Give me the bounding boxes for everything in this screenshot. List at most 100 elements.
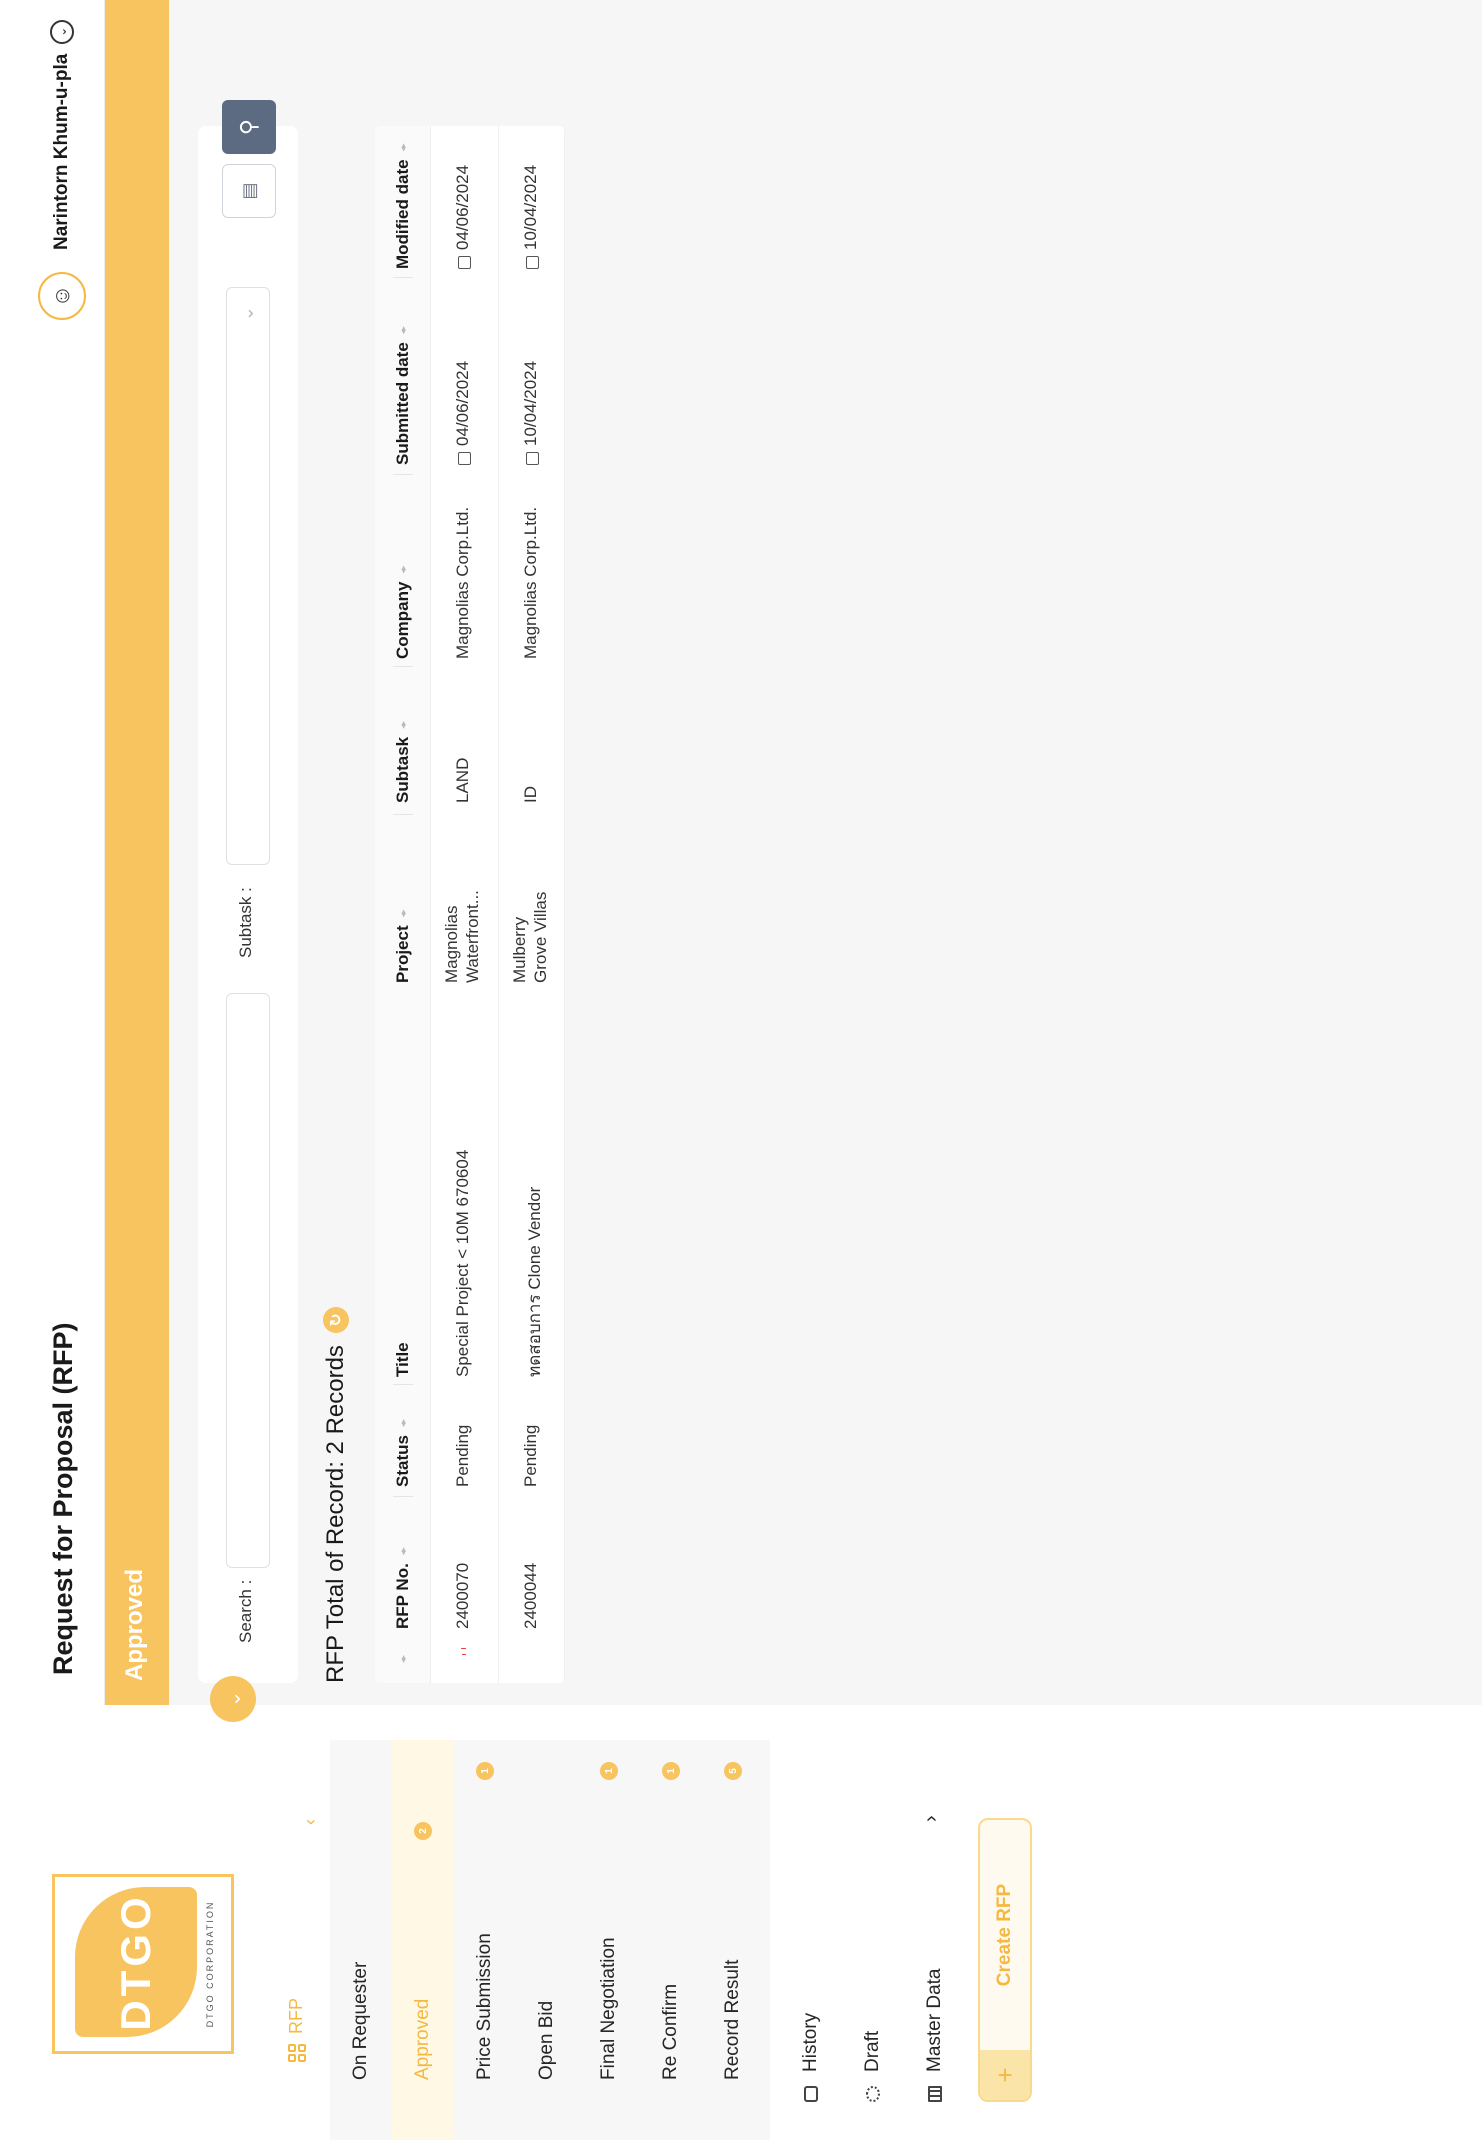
sort-icon: ◂▸ xyxy=(397,144,408,152)
search-input[interactable] xyxy=(226,993,270,1568)
column-header-project[interactable]: Project ◂▸ xyxy=(375,910,431,983)
plus-icon: + xyxy=(980,2050,1030,2100)
project-cell: Magnolias Waterfront... xyxy=(441,890,484,983)
column-header-status[interactable]: Status ◂▸ xyxy=(375,1420,431,1487)
records-count: RFP Total of Record: 2 Records ↻ xyxy=(322,1307,350,1683)
sidebar-item-label: Final Negotiation xyxy=(598,1937,619,2080)
subtask-cell: ID xyxy=(521,786,540,803)
sidebar-item-label: History xyxy=(800,2012,821,2072)
sidebar-item-final-negotiation[interactable]: Final Negotiation 1 xyxy=(578,1740,640,2080)
sidebar-item-draft[interactable]: Draft xyxy=(862,2031,884,2102)
sidebar-item-open-bid[interactable]: Open Bid xyxy=(516,1740,578,2080)
submitted-date-cell: 04/06/2024 xyxy=(453,361,473,465)
sidebar-item-re-confirm[interactable]: Re Confirm 1 xyxy=(640,1740,702,2080)
chevron-down-icon: ⌄ xyxy=(222,1690,245,1708)
calendar-icon xyxy=(457,452,471,465)
project-line: Mulberry xyxy=(510,916,529,983)
user-menu[interactable]: ☺ Narintorn Khum-u-pla ⌄ xyxy=(38,19,86,320)
column-label: Status xyxy=(393,1435,412,1487)
banner-title: Approved xyxy=(121,1568,148,1681)
date-value: 10/04/2024 xyxy=(521,164,540,250)
sidebar-section-rfp[interactable]: RFP xyxy=(286,1998,307,2062)
sort-icon: ◂▸ xyxy=(397,566,408,574)
sidebar-toggle-button[interactable]: ⌄ xyxy=(210,1676,256,1722)
sidebar-item-record-result[interactable]: Record Result 5 xyxy=(702,1740,764,2080)
calendar-icon xyxy=(525,256,539,269)
create-rfp-button[interactable]: + Create RFP xyxy=(978,1818,1032,2102)
sidebar-item-on-requester[interactable]: On Requester xyxy=(330,1740,392,2080)
rfp-submenu: On Requester Approved 2 Price Submission… xyxy=(330,1740,770,2140)
sidebar-item-price-submission[interactable]: Price Submission 1 xyxy=(454,1740,516,2080)
sidebar-item-master-data[interactable]: Master Data xyxy=(924,1969,946,2102)
count-badge: 2 xyxy=(414,1822,432,1840)
logo-text: DTGO xyxy=(112,1893,159,2031)
column-header-rfp-no[interactable]: RFP No. ◂▸ xyxy=(375,1548,431,1629)
column-label: Title xyxy=(393,1342,412,1377)
sort-icon: ◂▸ xyxy=(397,1419,408,1428)
chevron-down-icon[interactable]: ⌄ xyxy=(50,19,74,44)
project-line: Magnolias xyxy=(442,905,461,984)
column-header-title[interactable]: Title xyxy=(375,1342,431,1377)
logo: DTGO DTGO CORPORATION xyxy=(52,1874,234,2054)
sort-icon: ◂▸ xyxy=(397,327,408,335)
sidebar-item-history[interactable]: History xyxy=(800,2013,822,2102)
sort-icon[interactable]: ◂▸ xyxy=(375,1656,431,1671)
sidebar-item-label: Master Data xyxy=(924,1968,945,2072)
column-label: RFP No. xyxy=(393,1563,412,1629)
company-cell: Magnolias Corp.Ltd. xyxy=(453,506,472,659)
search-label: Search : xyxy=(236,1579,255,1643)
report-icon: ▤ xyxy=(238,182,259,200)
sidebar-item-label: On Requester xyxy=(350,1961,371,2080)
alert-icon xyxy=(461,1649,466,1655)
sidebar-item-label: Draft xyxy=(862,2030,883,2072)
sidebar-item-approved[interactable]: Approved 2 xyxy=(392,1740,454,2140)
calendar-icon xyxy=(457,256,471,269)
table-row[interactable]: 2400070 Pending Special Project < 10M 67… xyxy=(431,126,499,1683)
rfp-no-cell[interactable]: 2400044 xyxy=(521,1563,541,1629)
user-avatar-icon: ☺ xyxy=(38,272,86,320)
export-button[interactable]: ▤ xyxy=(222,164,276,218)
title-cell: Special Project < 10M 670604 xyxy=(453,1149,472,1377)
subtask-select[interactable]: ⌄ xyxy=(226,287,270,865)
search-icon: ⚲ xyxy=(236,118,261,136)
column-label: Modified date xyxy=(393,159,412,269)
table-header: ◂▸ RFP No. ◂▸ Status ◂▸ Title Project ◂▸ Su… xyxy=(375,126,431,1683)
subtask-cell: LAND xyxy=(453,757,472,803)
column-label: Subtask xyxy=(393,736,412,803)
count-badge: 1 xyxy=(600,1762,618,1780)
date-value: 10/04/2024 xyxy=(521,360,540,446)
status-cell: Pending xyxy=(521,1424,540,1487)
sidebar-item-label: Approved xyxy=(412,1998,433,2080)
page-title: Request for Proposal (RFP) xyxy=(48,1322,78,1675)
sidebar-item-label: Price Submission xyxy=(474,1933,495,2080)
main-content: Request for Proposal (RFP) ☺ Narintorn K… xyxy=(0,0,1482,1705)
date-value: 04/06/2024 xyxy=(453,164,472,250)
sidebar-item-label: Open Bid xyxy=(536,2000,557,2080)
refresh-icon[interactable]: ↻ xyxy=(323,1307,349,1334)
project-line: Grove Villas xyxy=(531,891,551,983)
filter-panel: Search : Subtask : ⌄ ▤ ⚲ xyxy=(198,100,298,1683)
column-header-company[interactable]: Company ◂▸ xyxy=(375,566,431,659)
table-row[interactable]: 2400044 Pending ทดสอบการ Clone Vendor Mu… xyxy=(499,126,565,1683)
status-banner: Approved xyxy=(105,0,169,1705)
top-bar: Request for Proposal (RFP) ☺ Narintorn K… xyxy=(0,0,105,1705)
column-label: Submitted date xyxy=(393,342,412,465)
column-header-modified-date[interactable]: Modified date ◂▸ xyxy=(375,144,431,269)
create-rfp-label: Create RFP xyxy=(994,1883,1015,1987)
sort-icon: ◂▸ xyxy=(397,721,408,729)
app-frame: DTGO DTGO CORPORATION RFP ‹ On Requester… xyxy=(0,0,1482,2140)
search-button[interactable]: ⚲ xyxy=(222,100,276,154)
column-label: Company xyxy=(393,581,412,659)
table-icon xyxy=(928,2086,942,2102)
sidebar-section-label: RFP xyxy=(286,1998,306,2034)
logo-leaf: DTGO xyxy=(75,1887,197,2037)
count-badge: 1 xyxy=(662,1762,680,1780)
dashboard-icon xyxy=(287,2044,306,2062)
chevron-right-icon[interactable]: › xyxy=(920,1815,943,1822)
column-header-subtask[interactable]: Subtask ◂▸ xyxy=(375,722,431,803)
column-header-submitted-date[interactable]: Submitted date ◂▸ xyxy=(375,327,431,465)
status-cell: Pending xyxy=(453,1424,472,1487)
rfp-no-cell[interactable]: 2400070 xyxy=(453,1563,473,1629)
sort-icon: ◂▸ xyxy=(397,1548,408,1556)
chevron-left-icon[interactable]: ‹ xyxy=(300,1819,321,1825)
